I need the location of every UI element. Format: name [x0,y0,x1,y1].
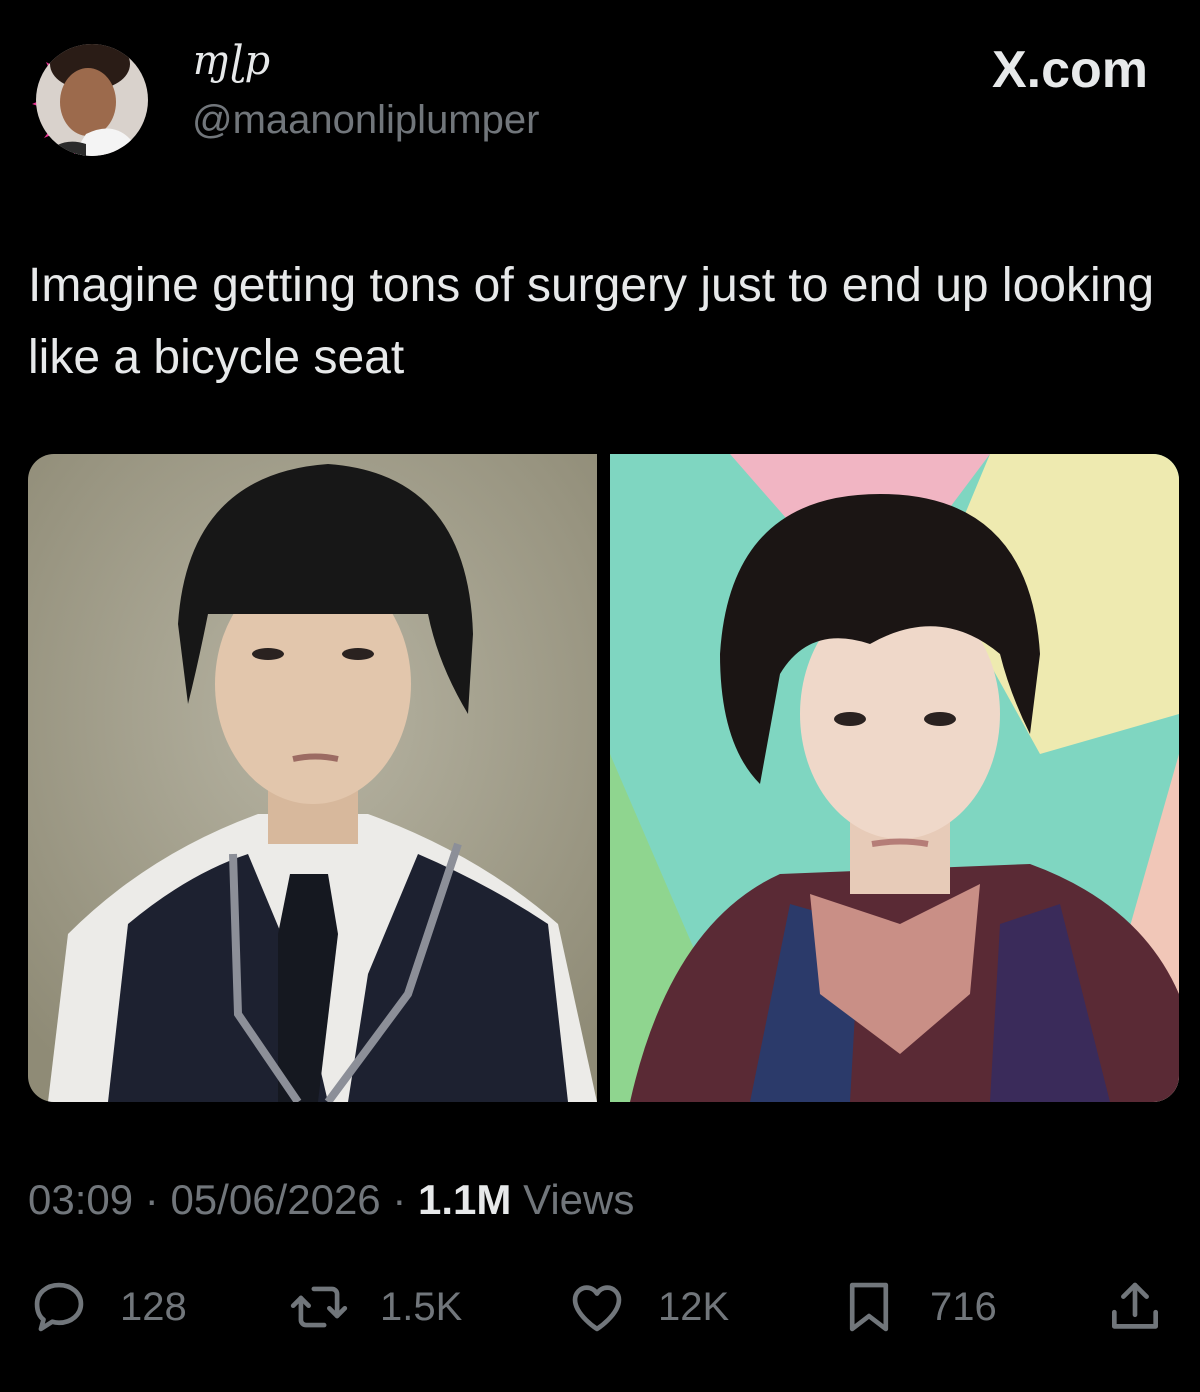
like-button[interactable]: 12K [566,1274,729,1340]
retweet-icon [288,1276,350,1338]
tweet-date[interactable]: 05/06/2026 [170,1176,380,1223]
meta-separator: · [392,1176,407,1223]
reply-button[interactable]: 128 [28,1274,187,1340]
photo-left[interactable] [28,454,597,1102]
like-count: 12K [658,1284,730,1329]
tweet-media[interactable] [28,454,1179,1102]
bookmark-button[interactable]: 716 [838,1274,997,1340]
bookmark-count: 716 [930,1284,997,1329]
reply-count: 128 [120,1284,187,1329]
meta-separator: · [144,1176,159,1223]
retweet-button[interactable]: 1.5K [288,1274,462,1340]
share-icon [1104,1276,1166,1338]
reply-icon [28,1276,90,1338]
tweet-time[interactable]: 03:09 [28,1176,133,1223]
photo-right[interactable] [610,454,1179,1102]
brand-label: X.com [991,41,1148,99]
author-avatar[interactable] [26,34,158,166]
tweet-meta: 03:09 · 05/06/2026 · 1.1M Views [28,1176,634,1224]
author-handle[interactable]: @maanonliplumper [192,98,539,143]
author-display-name[interactable]: ɱɭp [192,38,270,84]
views-label: Views [523,1176,635,1223]
share-button[interactable] [1104,1274,1166,1340]
views-count: 1.1M [418,1176,512,1223]
heart-icon [566,1276,628,1338]
bookmark-icon [838,1276,900,1338]
retweet-count: 1.5K [380,1284,463,1329]
tweet-text: Imagine getting tons of surgery just to … [28,259,1155,384]
